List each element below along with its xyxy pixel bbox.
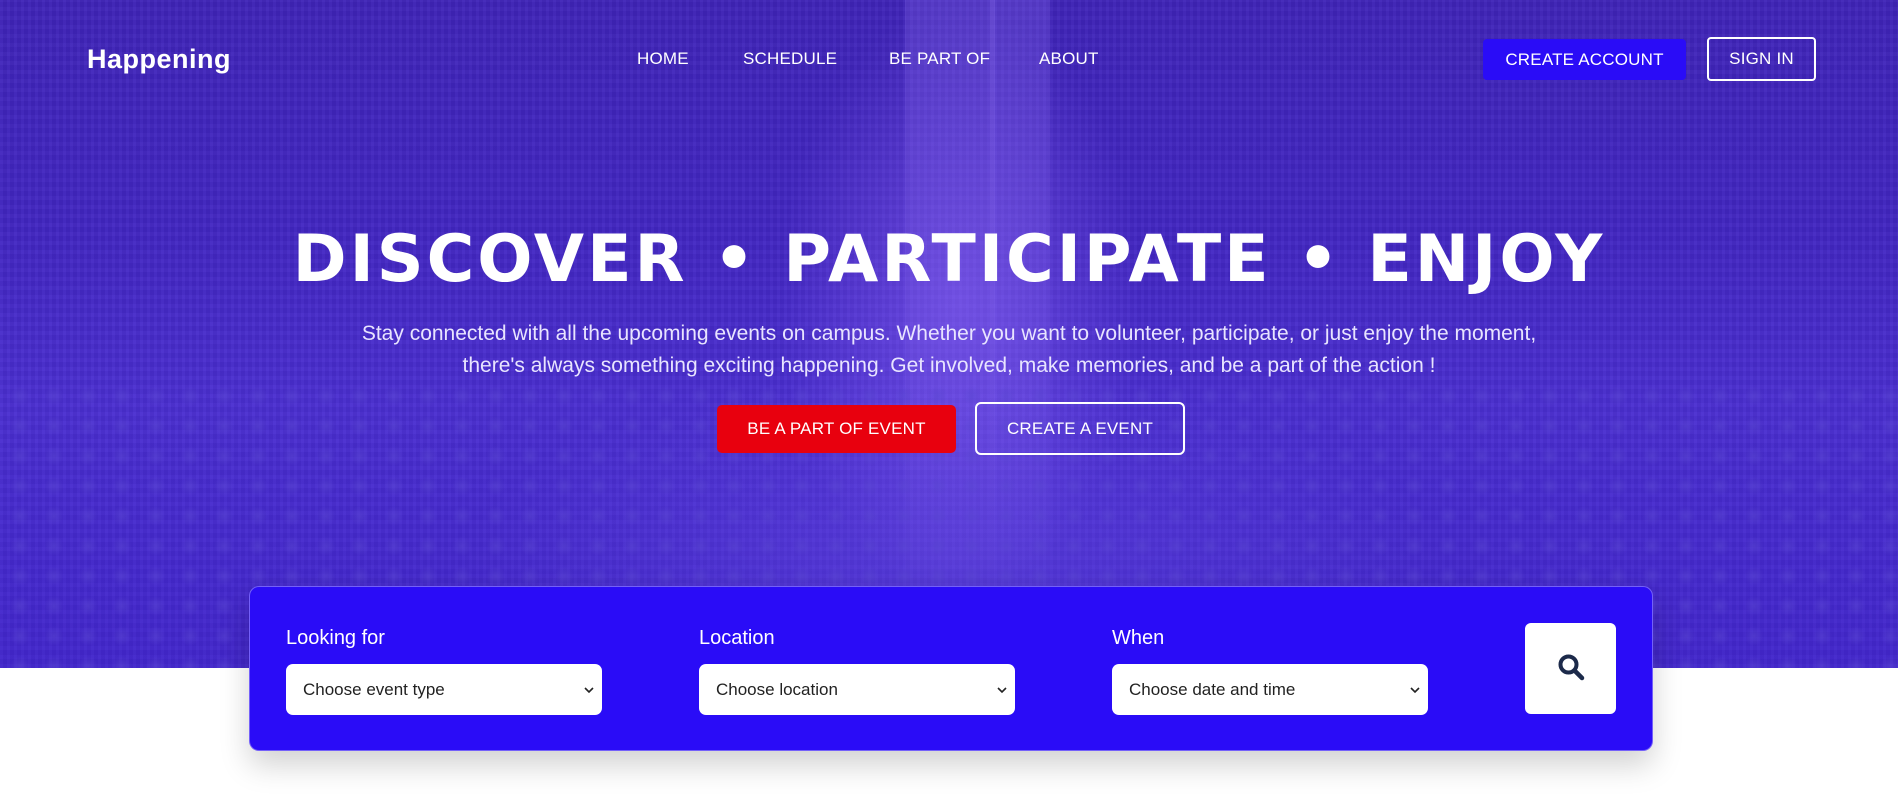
- hero-section: Happening HOME SCHEDULE BE PART OF ABOUT…: [0, 0, 1898, 668]
- nav-item-schedule[interactable]: SCHEDULE: [743, 49, 837, 69]
- event-type-select-value: Choose event type: [303, 680, 445, 699]
- date-time-select-value: Choose date and time: [1129, 680, 1296, 699]
- nav-item-about[interactable]: ABOUT: [1039, 49, 1099, 69]
- when-label: When: [1112, 627, 1165, 649]
- event-type-select[interactable]: Choose event type: [286, 664, 602, 715]
- date-time-select[interactable]: Choose date and time: [1112, 664, 1428, 715]
- location-label: Location: [699, 627, 775, 649]
- create-event-button[interactable]: CREATE A EVENT: [975, 402, 1185, 455]
- search-icon: [1557, 654, 1585, 684]
- hero-subtext: Stay connected with all the upcoming eve…: [300, 318, 1598, 382]
- hero-subtext-line2: there's always something exciting happen…: [462, 354, 1436, 377]
- location-select-value: Choose location: [716, 680, 838, 699]
- be-part-of-event-button[interactable]: BE A PART OF EVENT: [717, 405, 956, 453]
- location-select[interactable]: Choose location: [699, 664, 1015, 715]
- looking-for-label: Looking for: [286, 627, 385, 649]
- location-field: Location Choose location: [699, 627, 1015, 715]
- hero-headline: DISCOVER • PARTICIPATE • ENJOY: [292, 222, 1606, 297]
- looking-for-field: Looking for Choose event type: [286, 627, 602, 715]
- nav-item-home[interactable]: HOME: [637, 49, 689, 69]
- when-field: When Choose date and time: [1112, 627, 1428, 715]
- chevron-down-icon: [1410, 664, 1420, 715]
- event-search-panel: Looking for Choose event type Location C…: [249, 586, 1653, 751]
- search-button[interactable]: [1525, 623, 1616, 714]
- chevron-down-icon: [997, 664, 1007, 715]
- sign-in-button[interactable]: SIGN IN: [1707, 37, 1816, 81]
- nav-item-be-part-of[interactable]: BE PART OF: [889, 49, 990, 69]
- chevron-down-icon: [584, 664, 594, 715]
- create-account-button[interactable]: CREATE ACCOUNT: [1483, 39, 1686, 80]
- hero-subtext-line1: Stay connected with all the upcoming eve…: [361, 322, 1537, 345]
